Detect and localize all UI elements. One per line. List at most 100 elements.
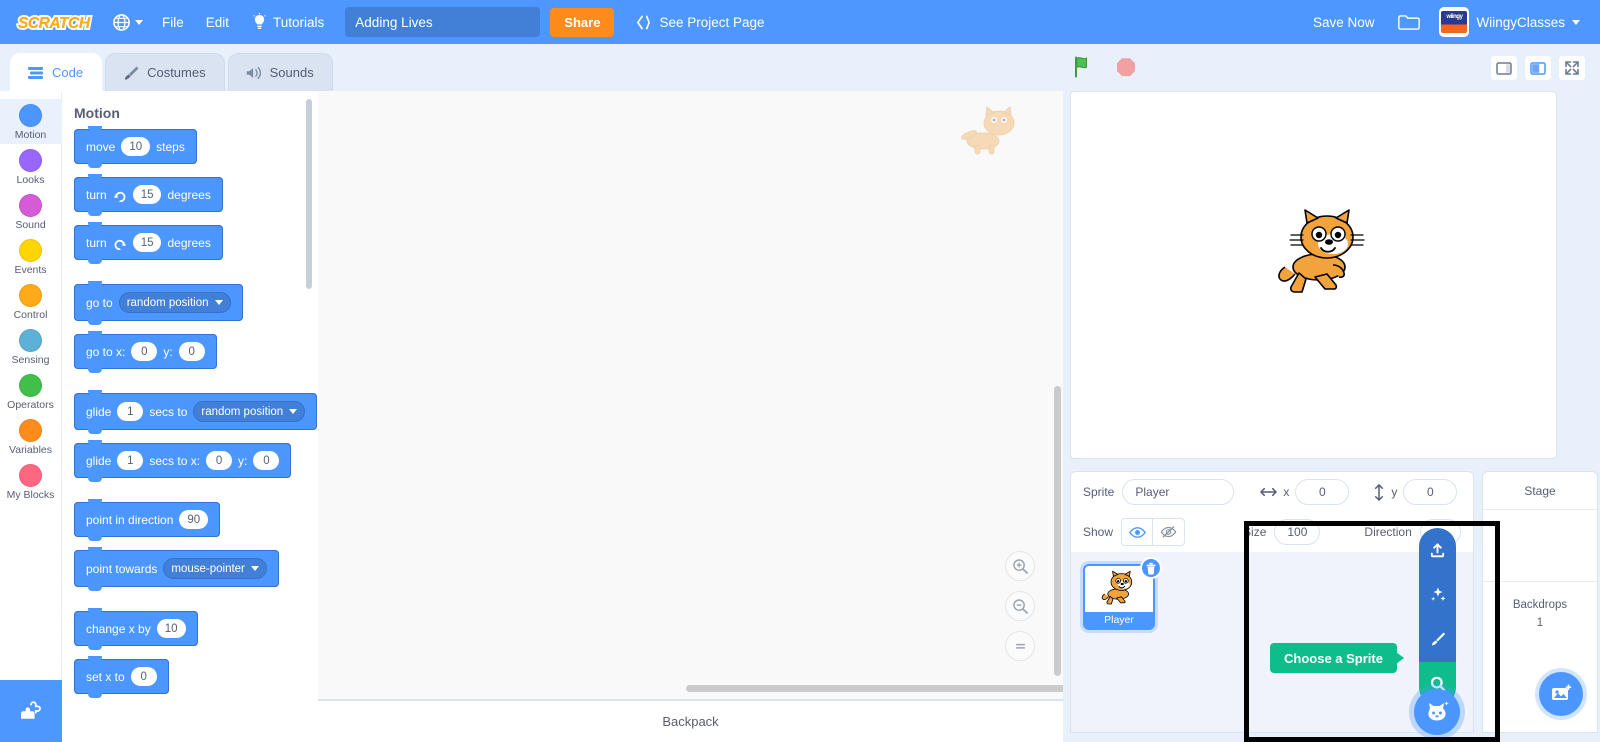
- show-off-button[interactable]: [1153, 518, 1186, 546]
- category-operators[interactable]: Operators: [0, 369, 62, 414]
- large-stage-button[interactable]: [1524, 55, 1552, 81]
- category-label: Looks: [16, 174, 45, 186]
- fullscreen-icon: [1565, 61, 1579, 75]
- block-text: glide: [86, 404, 112, 419]
- block-move-steps[interactable]: move 10 steps: [74, 126, 197, 168]
- turn-right-icon: [113, 191, 126, 202]
- zoom-out-button[interactable]: [1005, 591, 1035, 621]
- save-now-button[interactable]: Save Now: [1302, 9, 1386, 36]
- direction-label: Direction: [1364, 525, 1412, 539]
- language-selector[interactable]: [104, 7, 151, 38]
- scratch-logo[interactable]: SCRATCH SCRATCH: [16, 10, 96, 35]
- block-number-input[interactable]: 0: [206, 451, 233, 470]
- zoom-reset-icon: [1015, 643, 1025, 649]
- block-number-input[interactable]: 90: [179, 510, 209, 529]
- category-control[interactable]: Control: [0, 279, 62, 324]
- green-flag-icon: [1075, 56, 1087, 78]
- workspace-horizontal-scrollbar[interactable]: [686, 685, 1063, 692]
- block-number-input[interactable]: 10: [156, 619, 186, 638]
- menu-edit[interactable]: Edit: [195, 9, 240, 36]
- stage-backdrop-thumbnail[interactable]: [1483, 510, 1597, 582]
- zoom-reset-button[interactable]: [1005, 631, 1035, 661]
- trash-icon: [1146, 562, 1156, 574]
- block-go-to[interactable]: go to random position: [74, 281, 243, 325]
- sprite-info-pane: Sprite Player x 0 y 0 Show Size 100 Dire…: [1070, 471, 1474, 733]
- code-workspace[interactable]: [318, 91, 1063, 699]
- category-motion[interactable]: Motion: [0, 99, 62, 144]
- sprite-card-player[interactable]: Player: [1083, 557, 1162, 630]
- block-number-input[interactable]: 1: [117, 451, 144, 470]
- tab-bar: Code Costumes Sounds: [0, 44, 1600, 91]
- add-backdrop-button[interactable]: [1539, 672, 1583, 716]
- paint-sprite-button[interactable]: [1419, 617, 1456, 662]
- tab-code[interactable]: Code: [10, 53, 103, 91]
- block-number-input[interactable]: 15: [132, 185, 162, 204]
- backpack-bar[interactable]: Backpack: [318, 699, 1063, 742]
- tab-sounds[interactable]: Sounds: [227, 53, 333, 91]
- show-on-button[interactable]: [1121, 518, 1154, 546]
- block-glide-to[interactable]: glide 1 secs to random position: [74, 390, 318, 434]
- stage-selector-header[interactable]: Stage: [1483, 472, 1597, 510]
- add-extension-button[interactable]: [0, 680, 62, 742]
- block-dropdown-value: random position: [201, 405, 284, 418]
- sprite-name-input[interactable]: Player: [1122, 479, 1235, 505]
- block-dropdown[interactable]: mouse-pointer: [163, 558, 267, 579]
- sprite-x-input[interactable]: 0: [1295, 479, 1350, 505]
- stop-button[interactable]: [1112, 53, 1140, 81]
- fullscreen-button[interactable]: [1558, 55, 1586, 81]
- tab-sounds-label: Sounds: [269, 65, 314, 80]
- block-number-input[interactable]: 1: [117, 402, 144, 421]
- zoom-in-button[interactable]: [1005, 551, 1035, 581]
- workspace-vertical-scrollbar[interactable]: [1054, 386, 1061, 676]
- size-input[interactable]: 100: [1274, 519, 1321, 545]
- block-number-input[interactable]: 0: [131, 342, 158, 361]
- tab-costumes[interactable]: Costumes: [105, 53, 225, 91]
- block-number-input[interactable]: 0: [253, 451, 280, 470]
- category-sound[interactable]: Sound: [0, 189, 62, 234]
- scratch-cat-sprite[interactable]: [1271, 207, 1371, 302]
- palette-scrollbar[interactable]: [306, 99, 312, 289]
- sparkles-icon: [1430, 587, 1445, 601]
- my-stuff-button[interactable]: [1385, 6, 1433, 38]
- add-sprite-button[interactable]: [1414, 689, 1460, 735]
- menu-tutorials[interactable]: Tutorials: [240, 7, 335, 37]
- block-go-to-xy[interactable]: go to x: 0 y: 0: [74, 331, 217, 373]
- block-point-towards[interactable]: point towards mouse-pointer: [74, 547, 279, 591]
- block-number-input[interactable]: 0: [130, 667, 157, 686]
- block-set-x-to[interactable]: set x to 0: [74, 656, 169, 698]
- sprite-y-input[interactable]: 0: [1403, 479, 1458, 505]
- upload-sprite-button[interactable]: [1419, 528, 1456, 573]
- lightbulb-icon: [253, 13, 266, 30]
- share-button[interactable]: Share: [550, 7, 615, 37]
- block-palette[interactable]: Motion move 10 steps turn 15 degrees tur…: [62, 91, 318, 742]
- stage-canvas[interactable]: [1070, 91, 1557, 459]
- green-flag-button[interactable]: [1070, 53, 1098, 81]
- see-project-page-button[interactable]: See Project Page: [623, 9, 776, 36]
- block-change-x-by[interactable]: change x by 10: [74, 608, 198, 650]
- sprite-card-name: Player: [1085, 612, 1153, 628]
- project-title-input[interactable]: [345, 7, 541, 37]
- block-point-in-direction[interactable]: point in direction 90: [74, 499, 221, 541]
- block-number-input[interactable]: 10: [121, 137, 151, 156]
- category-variables[interactable]: Variables: [0, 414, 62, 459]
- block-glide-to-xy[interactable]: glide 1 secs to x: 0 y: 0: [74, 440, 292, 482]
- small-stage-button[interactable]: [1490, 55, 1518, 81]
- block-dropdown[interactable]: random position: [118, 292, 231, 313]
- block-turn-left[interactable]: turn 15 degrees: [74, 222, 223, 264]
- palette-block-list: move 10 steps turn 15 degrees turn 15 de…: [62, 126, 318, 707]
- palette-gap: [74, 600, 318, 611]
- category-my-blocks[interactable]: My Blocks: [0, 459, 62, 504]
- block-number-input[interactable]: 15: [132, 233, 162, 252]
- block-dropdown[interactable]: random position: [193, 401, 306, 422]
- block-number-input[interactable]: 0: [178, 342, 205, 361]
- chevron-down-icon: [135, 19, 143, 25]
- category-sensing[interactable]: Sensing: [0, 324, 62, 369]
- surprise-sprite-button[interactable]: [1419, 572, 1456, 617]
- category-events[interactable]: Events: [0, 234, 62, 279]
- menu-file[interactable]: File: [151, 9, 195, 36]
- category-looks[interactable]: Looks: [0, 144, 62, 189]
- block-text: y:: [163, 344, 173, 359]
- delete-sprite-button[interactable]: [1140, 557, 1162, 579]
- account-menu[interactable]: wiingy WiingyClasses: [1433, 3, 1590, 41]
- block-turn-right[interactable]: turn 15 degrees: [74, 174, 223, 216]
